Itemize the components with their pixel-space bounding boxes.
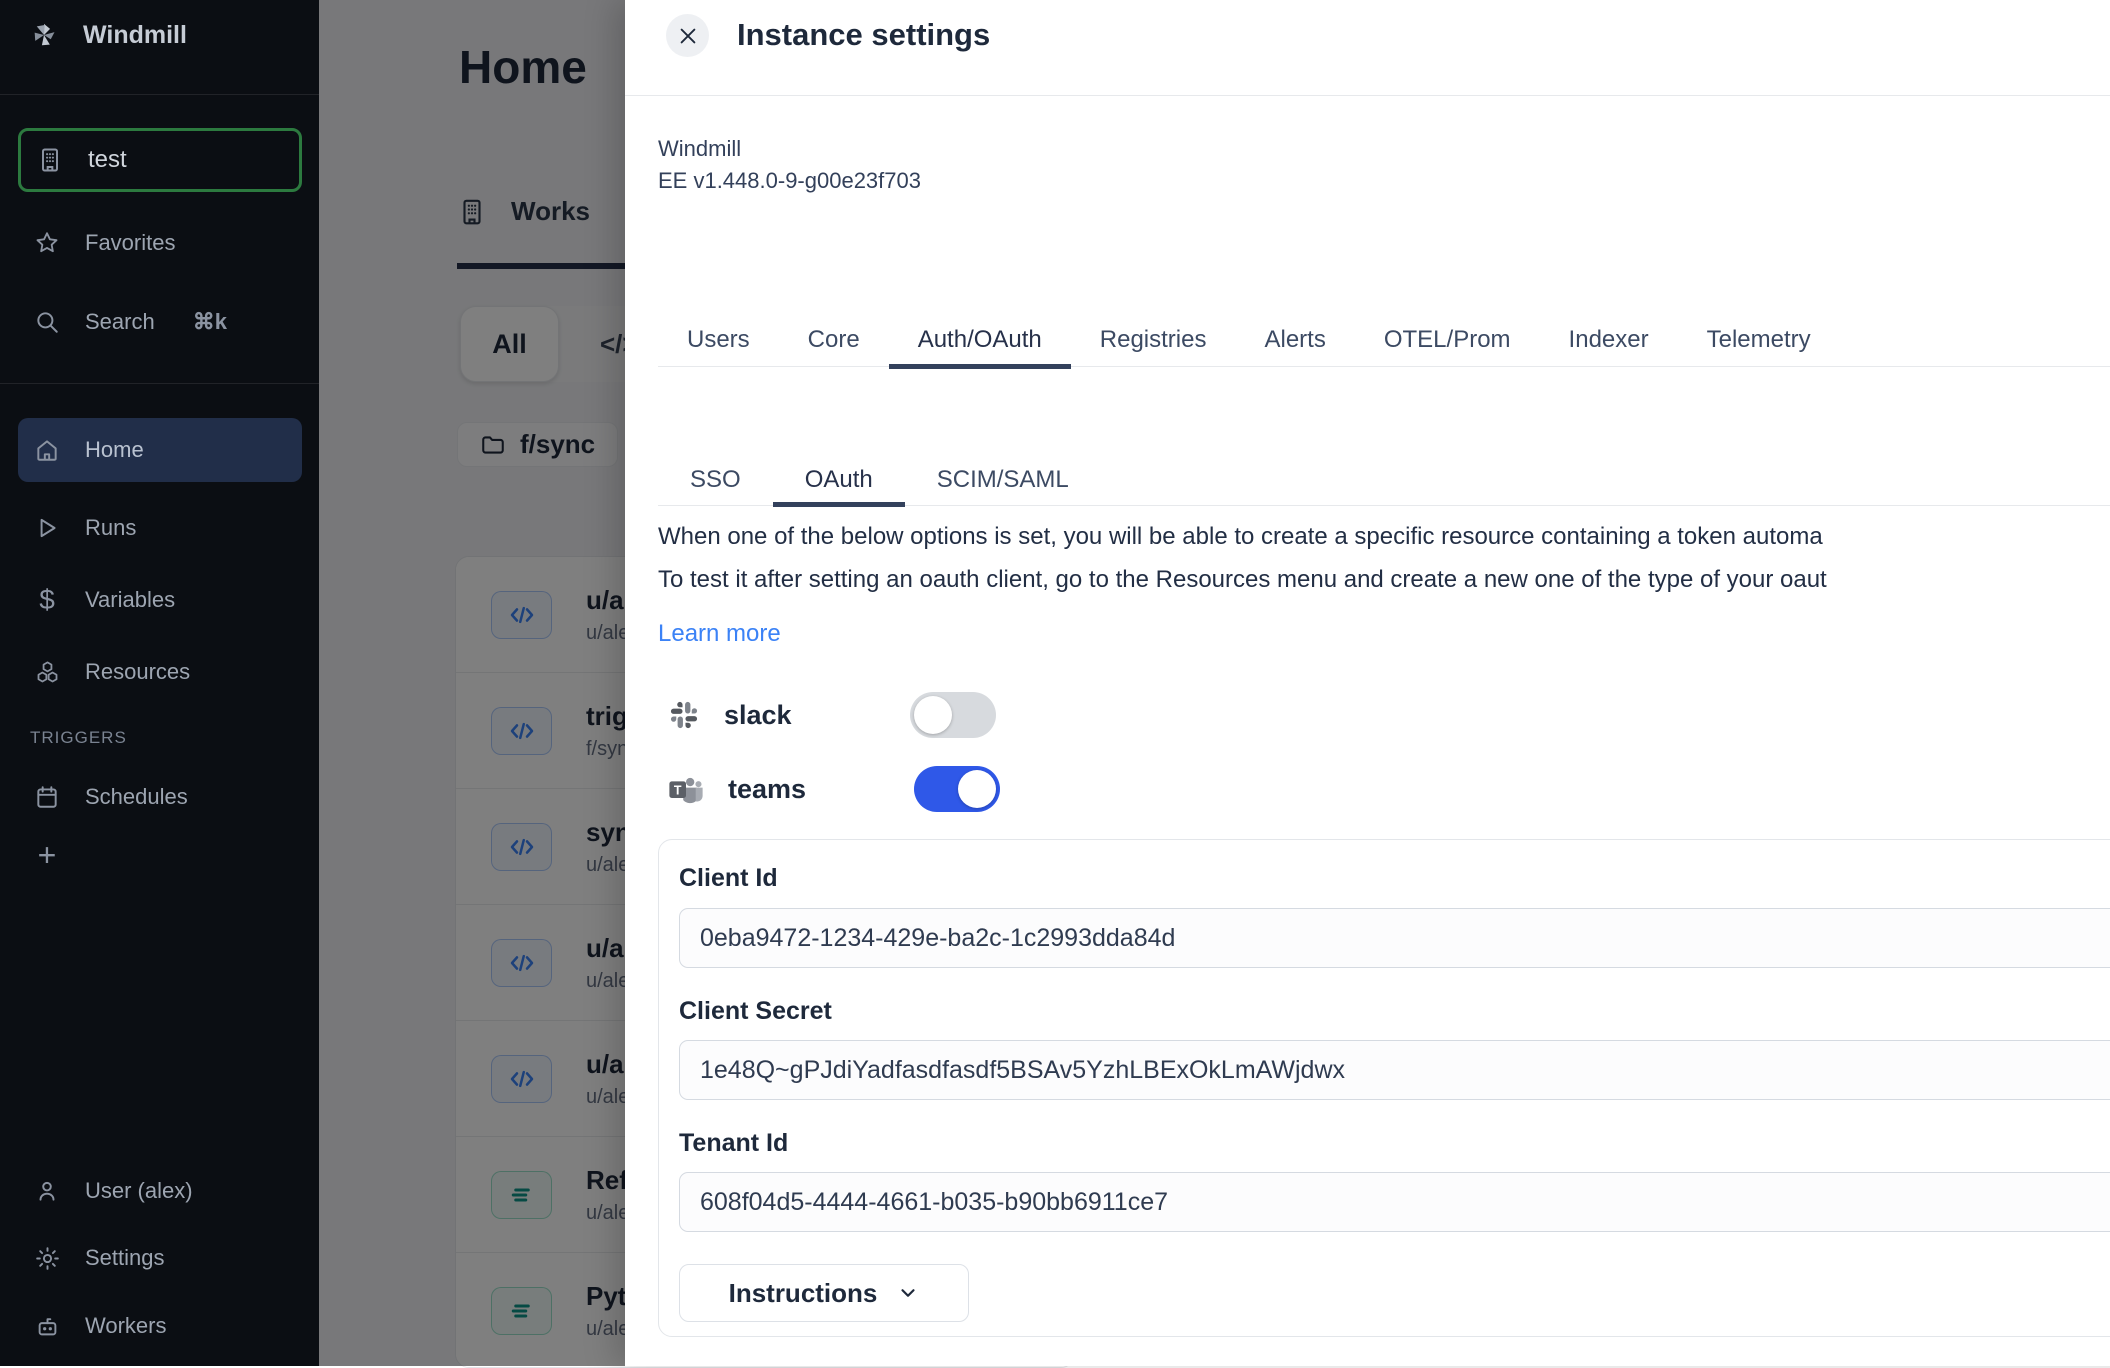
subtab-oauth[interactable]: OAuth: [773, 454, 905, 505]
user-icon: [33, 1177, 61, 1205]
sidebar-add-button[interactable]: +: [18, 823, 302, 887]
tab-alerts[interactable]: Alerts: [1235, 314, 1354, 366]
sidebar-item-favorites[interactable]: Favorites: [18, 211, 302, 275]
tab-otel-prom[interactable]: OTEL/Prom: [1355, 314, 1540, 366]
sidebar-item-workers[interactable]: Workers: [18, 1294, 302, 1358]
close-icon: [677, 25, 699, 47]
sidebar-item-label: Runs: [85, 515, 136, 541]
search-shortcut: ⌘k: [193, 309, 227, 335]
sidebar-item-variables[interactable]: $ Variables: [18, 568, 302, 632]
app-version: Windmill EE v1.448.0-9-g00e23f703: [658, 133, 921, 197]
provider-row-teams: T teams: [668, 762, 1000, 816]
tenant-id-input[interactable]: [679, 1172, 2110, 1232]
slack-toggle[interactable]: [910, 692, 996, 738]
oauth-description-line1: When one of the below options is set, yo…: [658, 523, 1823, 551]
sidebar-item-label: Search: [85, 309, 155, 335]
sidebar-divider: [0, 94, 319, 95]
provider-row-slack: slack: [668, 690, 996, 740]
brand: Windmill: [0, 0, 319, 70]
drawer-header-divider: [625, 95, 2110, 96]
boxes-icon: [33, 658, 61, 686]
tab-auth-oauth[interactable]: Auth/OAuth: [889, 314, 1071, 366]
sidebar-item-schedules[interactable]: Schedules: [18, 765, 302, 829]
sidebar-item-resources[interactable]: Resources: [18, 640, 302, 704]
provider-name-teams: teams: [728, 774, 858, 805]
svg-text:T: T: [674, 784, 682, 798]
brand-name: Windmill: [83, 21, 187, 50]
building-icon: [36, 146, 64, 174]
app-name: Windmill: [658, 133, 921, 165]
client-id-input[interactable]: [679, 908, 2110, 968]
close-button[interactable]: [666, 14, 709, 57]
tab-telemetry[interactable]: Telemetry: [1678, 314, 1840, 366]
teams-icon: T: [668, 772, 704, 806]
tab-registries[interactable]: Registries: [1071, 314, 1236, 366]
calendar-icon: [33, 783, 61, 811]
workspace-name: test: [88, 146, 127, 174]
teams-toggle[interactable]: [914, 766, 1000, 812]
tab-core[interactable]: Core: [779, 314, 889, 366]
sidebar-item-label: Workers: [85, 1313, 167, 1339]
triggers-section-label: TRIGGERS: [30, 728, 127, 748]
subtab-sso[interactable]: SSO: [658, 454, 773, 505]
sidebar-item-user[interactable]: User (alex): [18, 1159, 302, 1223]
settings-tabs: Users Core Auth/OAuth Registries Alerts …: [658, 314, 2110, 367]
sidebar-item-label: Favorites: [85, 230, 175, 256]
subtab-scim-saml[interactable]: SCIM/SAML: [905, 454, 1101, 505]
robot-icon: [33, 1312, 61, 1340]
tab-users[interactable]: Users: [658, 314, 779, 366]
plus-icon: +: [33, 841, 61, 869]
drawer-title: Instance settings: [737, 17, 990, 53]
star-icon: [33, 229, 61, 257]
windmill-logo-icon: [30, 21, 58, 49]
play-icon: [33, 514, 61, 542]
tab-indexer[interactable]: Indexer: [1540, 314, 1678, 366]
instructions-button[interactable]: Instructions: [679, 1264, 969, 1322]
tenant-id-label: Tenant Id: [679, 1129, 788, 1158]
provider-name-slack: slack: [724, 700, 854, 731]
sidebar-item-search[interactable]: Search ⌘k: [18, 290, 302, 354]
search-icon: [33, 308, 61, 336]
toggle-knob: [958, 770, 996, 808]
home-icon: [33, 436, 61, 464]
sidebar-item-label: Home: [85, 437, 144, 463]
instance-settings-drawer: Instance settings Windmill EE v1.448.0-9…: [625, 0, 2110, 1366]
sidebar-item-label: Resources: [85, 659, 190, 685]
sidebar-divider: [0, 383, 319, 384]
client-secret-input[interactable]: [679, 1040, 2110, 1100]
teams-oauth-card: Client Id Client Secret Tenant Id Instru…: [658, 839, 2110, 1337]
sidebar-item-label: Variables: [85, 587, 175, 613]
sidebar-item-settings[interactable]: Settings: [18, 1226, 302, 1290]
sidebar-item-runs[interactable]: Runs: [18, 496, 302, 560]
learn-more-link[interactable]: Learn more: [658, 620, 781, 648]
toggle-knob: [914, 696, 952, 734]
sidebar: Windmill test Favorites: [0, 0, 319, 1366]
sidebar-item-label: Schedules: [85, 784, 188, 810]
version-string: EE v1.448.0-9-g00e23f703: [658, 165, 921, 197]
instructions-label: Instructions: [729, 1278, 878, 1309]
oauth-description-line2: To test it after setting an oauth client…: [658, 566, 1827, 594]
gear-icon: [33, 1244, 61, 1272]
chevron-down-icon: [897, 1282, 919, 1304]
client-secret-label: Client Secret: [679, 997, 832, 1026]
slack-icon: [668, 699, 700, 731]
dollar-icon: $: [33, 586, 61, 614]
sidebar-item-label: Settings: [85, 1245, 165, 1271]
workspace-selector[interactable]: test: [18, 128, 302, 192]
sidebar-item-home[interactable]: Home: [18, 418, 302, 482]
client-id-label: Client Id: [679, 864, 778, 893]
sidebar-item-label: User (alex): [85, 1178, 193, 1204]
auth-subtabs: SSO OAuth SCIM/SAML: [658, 454, 2110, 506]
